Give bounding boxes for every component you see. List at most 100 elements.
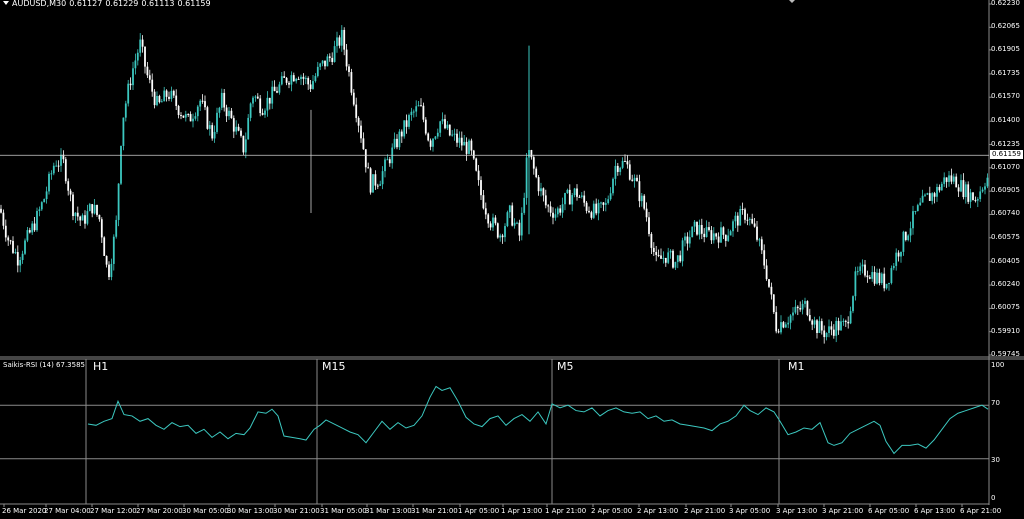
candle-body xyxy=(916,205,919,212)
candle-body xyxy=(230,110,233,119)
time-axis-label: 30 Mar 05:00 xyxy=(182,507,229,515)
rsi-level-30: 30 xyxy=(991,456,1000,464)
candle-body xyxy=(326,56,329,67)
candle-body xyxy=(336,37,338,47)
candle-body xyxy=(621,160,624,168)
candle-body xyxy=(384,159,386,172)
candle-body xyxy=(74,212,77,217)
candle-body xyxy=(355,104,358,118)
candle-body xyxy=(208,125,211,129)
candle-body xyxy=(864,264,866,276)
candle-body xyxy=(945,177,948,182)
candle-body xyxy=(511,205,514,226)
candle-body xyxy=(628,164,631,180)
candle-body xyxy=(232,118,235,132)
candle-body xyxy=(16,252,19,266)
candle-body xyxy=(576,188,578,197)
candle-body xyxy=(852,296,854,312)
candle-body xyxy=(650,233,653,248)
candle-body xyxy=(741,208,744,210)
candle-body xyxy=(804,301,806,304)
timeframe-m1: M1 xyxy=(788,360,805,373)
candle-body xyxy=(132,68,134,86)
candle-body xyxy=(180,114,182,116)
dropdown-arrow-icon[interactable] xyxy=(3,1,9,5)
candle-body xyxy=(45,191,48,200)
candle-body xyxy=(631,179,634,181)
high-value: 0.61229 xyxy=(105,0,139,8)
candle-body xyxy=(103,237,106,256)
time-axis-label: 2 Apr 13:00 xyxy=(637,507,679,515)
candle-body xyxy=(38,209,41,211)
candle-body xyxy=(415,106,418,112)
candle-body xyxy=(482,195,485,209)
candle-body xyxy=(158,95,161,103)
candle-body xyxy=(880,273,883,284)
rsi-level-0: 0 xyxy=(991,494,996,502)
candle-body xyxy=(506,212,509,227)
candle-body xyxy=(129,83,132,86)
candle-body xyxy=(321,60,324,64)
candle-body xyxy=(280,76,283,85)
candle-body xyxy=(912,211,914,229)
candle-body xyxy=(688,237,691,244)
candle-body xyxy=(139,39,142,53)
candle-body xyxy=(900,251,902,257)
candle-body xyxy=(216,112,218,132)
candle-body xyxy=(902,231,905,252)
time-axis-label: 3 Apr 21:00 xyxy=(822,507,864,515)
candle-body xyxy=(571,195,574,205)
candle-body xyxy=(470,140,473,151)
chart-canvas[interactable] xyxy=(0,0,1024,519)
candle-body xyxy=(256,96,259,99)
candle-body xyxy=(417,105,420,107)
price-axis-label: 0.62065 xyxy=(991,22,1020,31)
candle-body xyxy=(751,218,754,224)
candle-body xyxy=(283,76,286,78)
candle-body xyxy=(669,250,672,253)
candle-body xyxy=(813,320,816,325)
price-axis-label: 0.62230 xyxy=(991,0,1020,7)
candle-body xyxy=(340,29,343,46)
candle-body xyxy=(681,240,684,262)
time-axis-label: 31 Mar 13:00 xyxy=(365,507,412,515)
time-axis-label: 30 Mar 21:00 xyxy=(273,507,320,515)
candle-body xyxy=(667,252,670,263)
candle-body xyxy=(475,158,478,171)
candle-body xyxy=(480,180,482,196)
time-axis-label: 2 Apr 05:00 xyxy=(591,507,633,515)
candle-body xyxy=(789,315,792,323)
candle-body xyxy=(854,271,857,297)
candle-body xyxy=(206,107,209,129)
candle-body xyxy=(818,321,821,333)
candle-body xyxy=(156,95,158,106)
candle-body xyxy=(700,224,703,234)
candle-body xyxy=(465,141,468,154)
candle-body xyxy=(201,100,204,102)
candle-body xyxy=(117,183,120,220)
candle-body xyxy=(146,66,149,76)
candle-body xyxy=(472,150,475,159)
candle-body xyxy=(957,187,960,192)
candle-body xyxy=(204,101,206,108)
candle-body xyxy=(194,116,197,119)
candle-body xyxy=(441,119,444,122)
time-axis-label: 1 Apr 13:00 xyxy=(501,507,543,515)
candle-body xyxy=(386,159,389,161)
candle-body xyxy=(868,277,871,279)
time-axis-label: 26 Mar 2020 xyxy=(2,507,47,515)
candle-body xyxy=(151,79,154,92)
candle-body xyxy=(242,135,245,153)
candle-body xyxy=(602,202,605,205)
candle-body xyxy=(235,126,238,132)
candle-body xyxy=(499,235,502,238)
candle-body xyxy=(350,72,353,93)
candle-body xyxy=(7,237,10,241)
candle-body xyxy=(259,98,262,114)
candle-body xyxy=(72,194,74,217)
candle-body xyxy=(811,320,814,325)
price-axis-label: 0.61735 xyxy=(991,68,1020,77)
candle-body xyxy=(756,226,758,240)
candle-body xyxy=(316,66,319,77)
price-axis-label: 0.61570 xyxy=(991,92,1020,101)
